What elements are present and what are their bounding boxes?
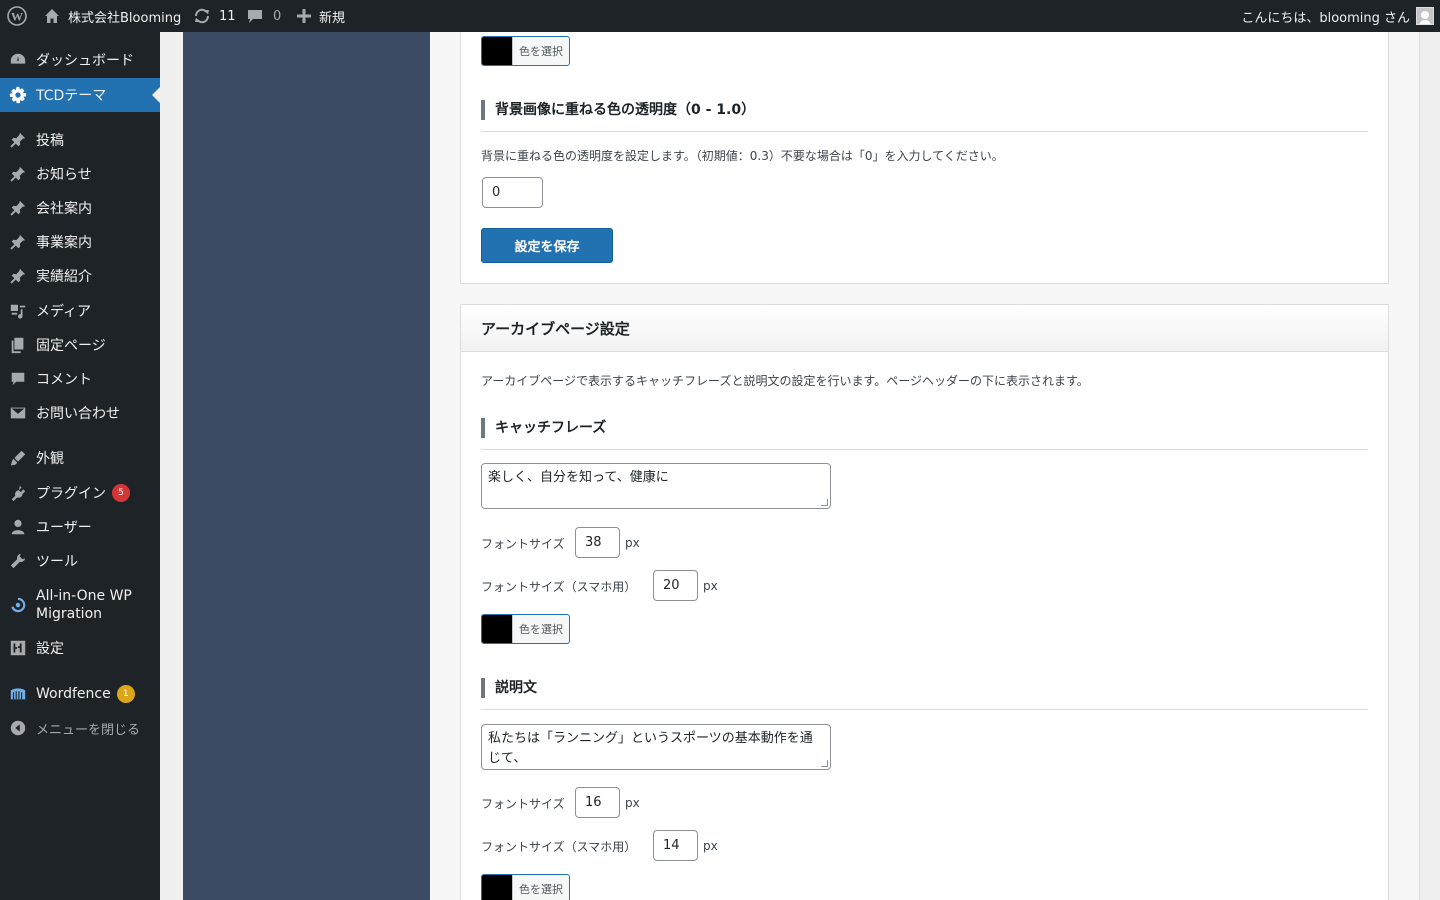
sidebar-item-company[interactable]: 会社案内 <box>0 191 160 225</box>
sidebar-item-tcd-theme[interactable]: TCDテーマ <box>0 78 160 112</box>
divider <box>481 709 1368 710</box>
account-menu[interactable]: こんにちは、blooming さん <box>1241 0 1434 32</box>
plugin-icon <box>0 484 36 502</box>
home-icon <box>44 8 60 24</box>
wordfence-icon <box>0 685 36 703</box>
settings-sliders-icon <box>0 639 36 657</box>
sidebar-item-media[interactable]: メディア <box>0 294 160 328</box>
svg-text:W: W <box>11 10 23 24</box>
color-swatch <box>482 875 512 900</box>
px-unit: px <box>703 839 718 853</box>
pin-icon <box>0 165 36 183</box>
sidebar-item-contact[interactable]: お問い合わせ <box>0 396 160 430</box>
divider <box>481 449 1368 450</box>
description-color-button[interactable]: 色を選択 <box>481 874 570 900</box>
pages-icon <box>0 336 36 354</box>
dashboard-icon <box>0 51 36 69</box>
user-icon <box>0 518 36 536</box>
sidebar-item-settings[interactable]: 設定 <box>0 631 160 665</box>
sidebar-item-business[interactable]: 事業案内 <box>0 225 160 259</box>
sidebar-item-dashboard[interactable]: ダッシュボード <box>0 43 160 77</box>
catchphrase-textarea[interactable]: 楽しく、自分を知って、健康に <box>481 463 831 509</box>
archive-description: アーカイブページで表示するキャッチフレーズと説明文の設定を行います。ページヘッダ… <box>481 374 1089 388</box>
description-font-size-input[interactable]: 16 <box>575 787 620 818</box>
sidebar-item-comments[interactable]: コメント <box>0 362 160 396</box>
migration-icon <box>0 596 36 614</box>
sidebar-item-posts[interactable]: 投稿 <box>0 123 160 157</box>
avatar <box>1416 7 1434 25</box>
sidebar-item-pages[interactable]: 固定ページ <box>0 328 160 362</box>
mail-icon <box>0 404 36 422</box>
pin-icon <box>0 267 36 285</box>
plugin-updates-badge: 5 <box>112 484 130 502</box>
sidebar-item-news[interactable]: お知らせ <box>0 157 160 191</box>
px-unit: px <box>703 579 718 593</box>
updates-link[interactable]: 11 <box>193 0 236 32</box>
catchphrase-color-button[interactable]: 色を選択 <box>481 614 570 644</box>
color-swatch <box>482 615 512 643</box>
description-textarea[interactable]: 私たちは「ランニング」というスポーツの基本動作を通じて、 <box>481 724 831 770</box>
archive-settings-title[interactable]: アーカイブページ設定 <box>461 305 1388 352</box>
divider <box>481 131 1368 132</box>
font-size-sp-label: フォントサイズ（スマホ用） <box>481 580 637 594</box>
media-icon <box>0 302 36 320</box>
refresh-icon <box>193 7 211 25</box>
new-content-link[interactable]: 新規 <box>297 0 345 32</box>
plus-icon <box>297 9 311 23</box>
wordfence-alert-badge: 1 <box>116 685 135 703</box>
wrench-icon <box>0 552 36 570</box>
description-heading: 説明文 <box>481 678 537 698</box>
font-size-label: フォントサイズ <box>481 537 565 551</box>
collapse-icon <box>0 719 36 737</box>
color-swatch <box>482 37 512 65</box>
sidebar-item-appearance[interactable]: 外観 <box>0 441 160 475</box>
collapse-menu-button[interactable]: メニューを閉じる <box>0 711 160 745</box>
color-picker-button[interactable]: 色を選択 <box>481 36 570 66</box>
sidebar-item-migration[interactable]: All-in-One WP Migration <box>0 579 160 631</box>
save-settings-button[interactable]: 設定を保存 <box>481 228 613 263</box>
comment-bubble-icon <box>247 8 263 24</box>
catchphrase-heading: キャッチフレーズ <box>481 418 606 438</box>
sidebar-item-tools[interactable]: ツール <box>0 544 160 578</box>
catchphrase-font-size-input[interactable]: 38 <box>575 527 620 558</box>
theme-options-nav <box>183 32 430 900</box>
pin-icon <box>0 233 36 251</box>
px-unit: px <box>625 796 640 810</box>
sidebar-item-wordfence[interactable]: Wordfence 1 <box>0 677 160 711</box>
opacity-input[interactable]: 0 <box>482 177 543 208</box>
opacity-description: 背景に重ねる色の透明度を設定します。（初期値：0.3）不要な場合は「0」を入力し… <box>481 149 1004 163</box>
comment-icon <box>0 370 36 388</box>
pin-icon <box>0 199 36 217</box>
admin-sidebar: ダッシュボード TCDテーマ 投稿 お知らせ 会社案内 事業案内 実績紹介 メデ… <box>0 32 160 900</box>
font-size-sp-label: フォントサイズ（スマホ用） <box>481 840 637 854</box>
description-font-size-sp-input[interactable]: 14 <box>653 830 698 861</box>
brush-icon <box>0 449 36 467</box>
pin-icon <box>0 131 36 149</box>
sidebar-item-works[interactable]: 実績紹介 <box>0 259 160 293</box>
admin-bar: W 株式会社Blooming 11 0 新規 こんにちは、blooming さん <box>0 0 1440 32</box>
catchphrase-font-size-sp-input[interactable]: 20 <box>653 570 698 601</box>
opacity-heading: 背景画像に重ねる色の透明度（0 - 1.0） <box>481 100 755 120</box>
gear-icon <box>0 86 36 104</box>
font-size-label: フォントサイズ <box>481 797 565 811</box>
sidebar-item-users[interactable]: ユーザー <box>0 510 160 544</box>
px-unit: px <box>625 536 640 550</box>
site-name-link[interactable]: 株式会社Blooming <box>44 0 181 32</box>
comments-link[interactable]: 0 <box>247 0 281 32</box>
wordpress-logo-icon[interactable]: W <box>7 0 29 32</box>
sidebar-item-plugins[interactable]: プラグイン 5 <box>0 476 160 510</box>
